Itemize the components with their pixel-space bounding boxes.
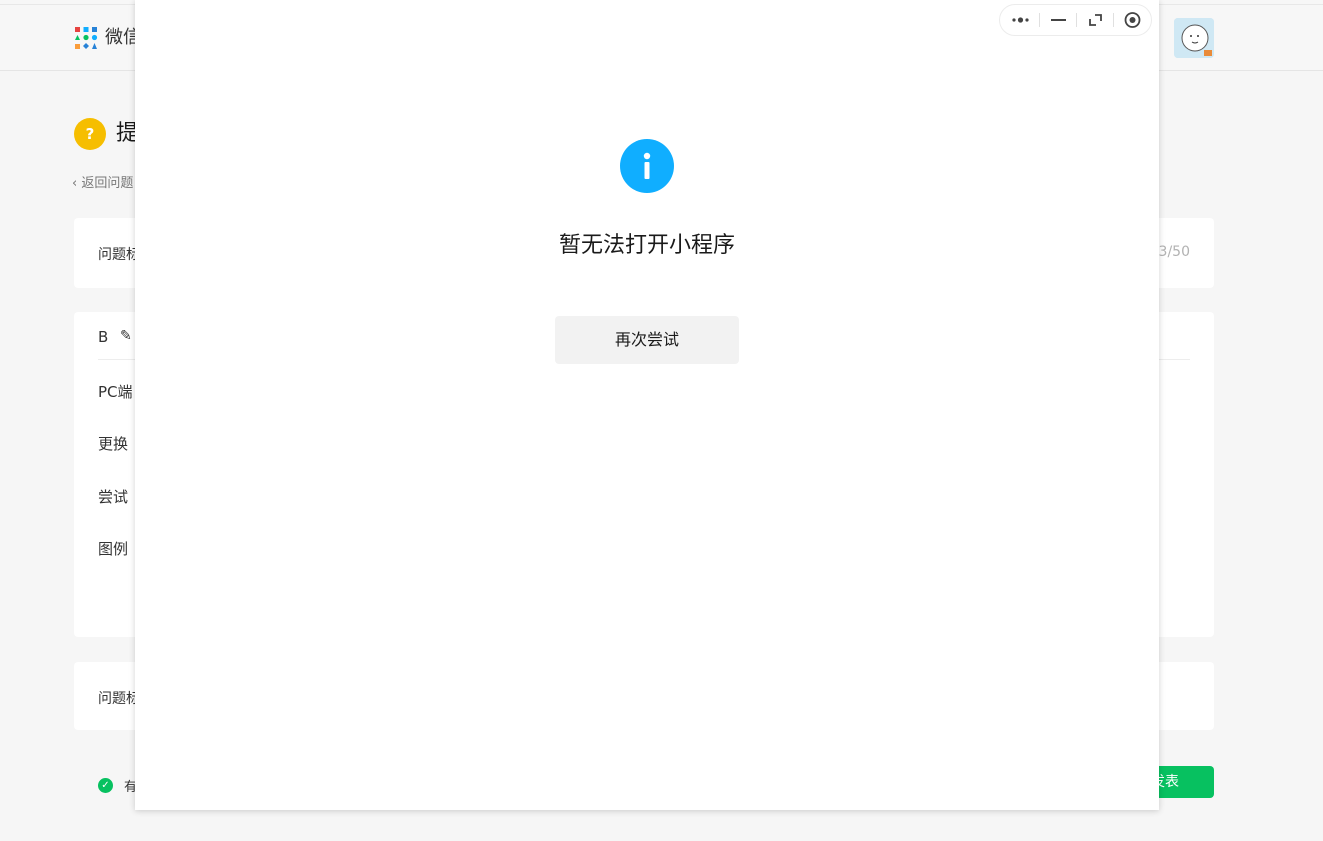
avatar-image-icon	[1174, 18, 1214, 58]
restore-button[interactable]	[1077, 5, 1114, 35]
close-button[interactable]	[1114, 5, 1151, 35]
more-icon	[1012, 17, 1029, 23]
title-field-label: 问题标	[98, 247, 140, 263]
chevron-left-icon: ‹	[72, 176, 82, 191]
back-link[interactable]: ‹ 返回问题	[72, 175, 133, 193]
info-glyph-icon	[643, 152, 651, 179]
wechat-logo-icon[interactable]	[74, 26, 98, 50]
retry-button[interactable]: 再次尝试	[555, 316, 739, 364]
minimize-button[interactable]	[1040, 5, 1077, 35]
minimize-icon	[1051, 19, 1066, 21]
capsule-menu	[999, 4, 1152, 36]
more-button[interactable]	[1002, 5, 1039, 35]
tags-field-label: 问题标	[98, 691, 140, 707]
question-icon: ?	[74, 118, 106, 150]
mini-program-window: 暂无法打开小程序 再次尝试	[135, 0, 1159, 810]
close-icon	[1124, 12, 1141, 28]
error-message: 暂无法打开小程序	[558, 233, 735, 258]
checkmark-icon[interactable]: ✓	[98, 778, 113, 793]
editor-line: 更换	[98, 435, 129, 453]
char-count: 3/50	[1158, 244, 1190, 260]
editor-line: 尝试	[98, 488, 129, 506]
user-avatar[interactable]	[1174, 18, 1214, 58]
restore-icon	[1089, 14, 1102, 26]
editor-line: PC端	[98, 383, 133, 401]
editor-line: 图例	[98, 540, 129, 558]
pencil-icon[interactable]: ✎	[120, 328, 132, 344]
info-icon	[620, 139, 674, 193]
back-link-label: 返回问题	[81, 176, 134, 191]
bold-button[interactable]: B	[98, 328, 108, 346]
